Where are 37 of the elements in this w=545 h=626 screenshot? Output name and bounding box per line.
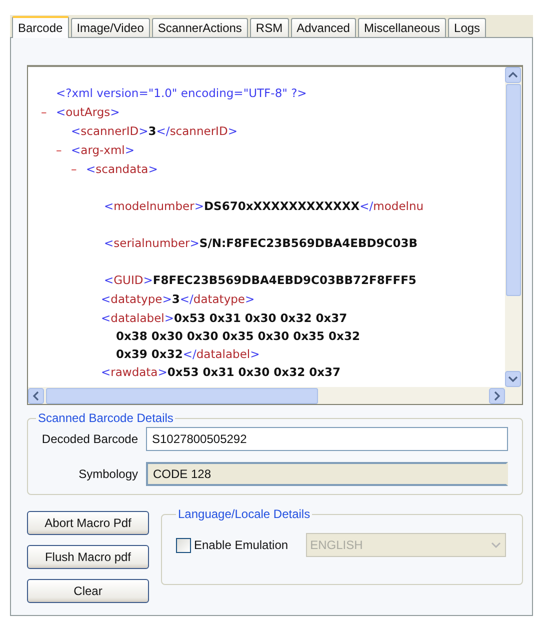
group-title: Language/Locale Details — [177, 507, 312, 521]
group-title: Scanned Barcode Details — [37, 411, 174, 425]
vertical-scrollbar[interactable] — [505, 67, 522, 387]
checkbox[interactable]: Enable Emulation — [176, 538, 288, 552]
tab[interactable]: Miscellaneous — [358, 18, 446, 37]
tab[interactable]: Logs — [448, 18, 486, 37]
text-field[interactable]: S1027800505292 — [146, 427, 508, 451]
xml-line: <rawdata>0x53 0x31 0x30 0x32 0x37 — [100, 364, 342, 381]
xml-line: <modelnumber>DS670xXXXXXXXXXXXX</modelnu — [103, 198, 425, 215]
tab[interactable]: Advanced — [290, 18, 356, 37]
scroll-thumb[interactable] — [46, 388, 318, 404]
scroll-left-icon[interactable] — [28, 388, 44, 404]
action-button[interactable]: Abort Macro Pdf — [27, 511, 149, 535]
checkbox-square[interactable] — [176, 538, 191, 552]
xml-line: <?xml version="1.0" encoding="UTF-8" ?> — [55, 85, 308, 102]
xml-line: – <arg-xml> — [55, 142, 136, 159]
scroll-thumb[interactable] — [506, 84, 521, 296]
scroll-up-icon[interactable] — [505, 67, 521, 83]
xml-line: – <scandata> — [70, 161, 159, 178]
tab[interactable]: Image/Video — [70, 18, 150, 37]
scroll-down-icon[interactable] — [505, 371, 521, 387]
horizontal-scrollbar[interactable] — [28, 387, 522, 404]
tab[interactable]: Barcode — [12, 16, 69, 38]
tab[interactable]: ScannerActions — [152, 18, 248, 37]
action-button[interactable]: Clear — [27, 579, 149, 603]
tab[interactable]: RSM — [250, 18, 289, 37]
xml-line: – <outArgs> — [40, 104, 121, 121]
xml-line: <datatype>3</datatype> — [100, 291, 256, 308]
scroll-right-icon[interactable] — [489, 388, 505, 404]
action-button[interactable]: Flush Macro pdf — [27, 545, 149, 569]
xml-line: <GUID>F8FEC23B569DBA4EBD9C03BB72F8FFF5 — [103, 272, 418, 289]
text-field[interactable]: CODE 128 — [146, 462, 508, 486]
xml-line: <datalabel>0x53 0x31 0x30 0x32 0x37 0x38 0x30 0x30 0x35 0x30 0x35 0x32 0x39 0x32</datalabel> — [100, 310, 361, 363]
field-label: Decoded Barcode — [40, 432, 138, 446]
xml-line: <serialnumber>S/N:F8FEC23B569DBA4EBD9C03B — [103, 235, 418, 252]
xml-line: <scannerID>3</scannerID> — [70, 123, 238, 140]
field-label: Symbology — [78, 467, 138, 481]
